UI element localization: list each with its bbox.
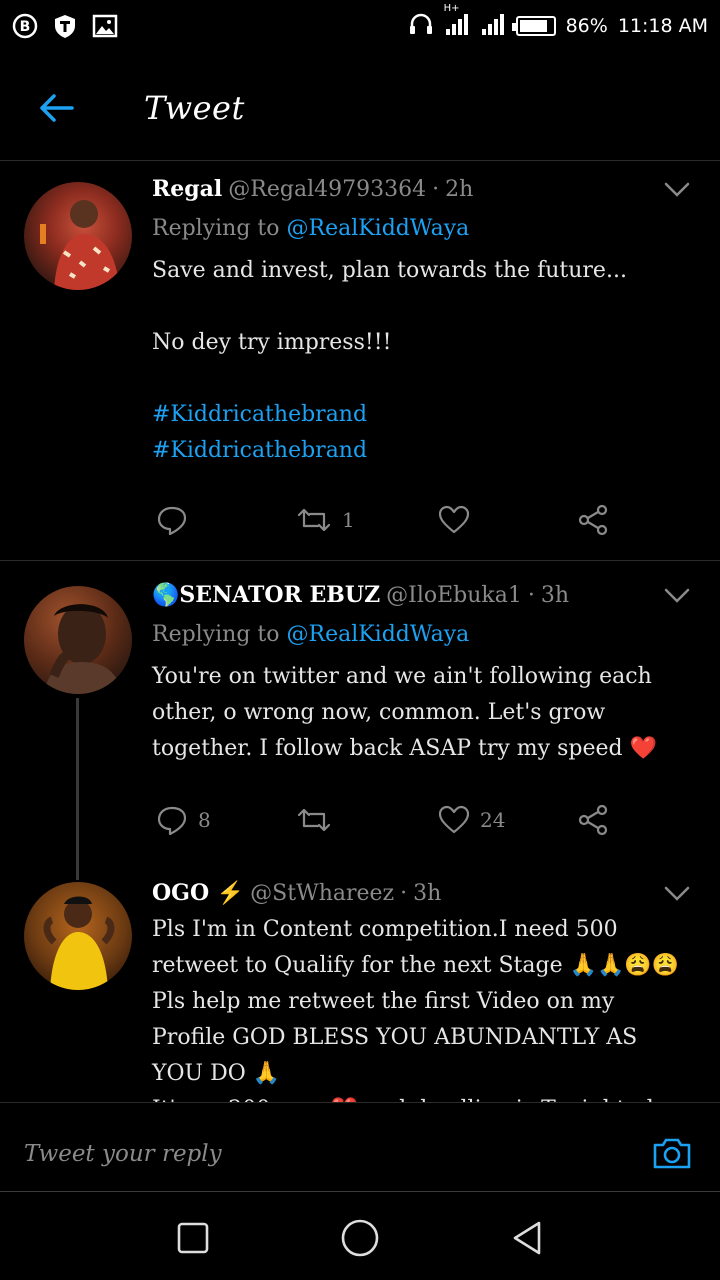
reply-button[interactable] (156, 504, 198, 536)
tweet[interactable]: 🌎SENATOR EBUZ @IloEbuka1 · 3h Replying t… (0, 562, 720, 862)
separator: · (527, 583, 535, 608)
like-button[interactable] (438, 504, 480, 536)
b-circle-icon: B (12, 13, 38, 39)
circle-icon (341, 1219, 379, 1256)
camera-icon (653, 1138, 691, 1169)
back-nav-button[interactable] (505, 1216, 549, 1260)
page-title: Tweet (144, 89, 245, 127)
signal-icon (480, 11, 506, 42)
reply-icon (157, 506, 187, 536)
timestamp: 2h (445, 177, 474, 202)
share-icon (578, 504, 608, 536)
retweet-count: 1 (342, 508, 355, 532)
display-name[interactable]: OGO ⚡ (152, 880, 244, 906)
home-button[interactable] (338, 1216, 382, 1260)
hashtag-link[interactable]: #Kiddricathebrand (152, 433, 692, 469)
avatar[interactable] (24, 182, 132, 290)
tweet-paragraph: It's on 200 now 💔 and deadline is Tonigh… (152, 1092, 692, 1102)
reply-bar: Tweet your reply (0, 1102, 720, 1192)
replying-prefix: Replying to (152, 622, 280, 647)
tweet[interactable]: Regal @Regal49793364 · 2h Replying to @R… (0, 162, 720, 560)
globe-emoji: 🌎 (152, 582, 180, 608)
like-count: 24 (480, 808, 506, 832)
signal-icon: H+ (444, 3, 470, 42)
arrow-left-icon (40, 94, 74, 122)
tweet-text: Pls I'm in Content competition.I need 50… (152, 912, 692, 1102)
share-icon (578, 804, 608, 836)
timestamp: 3h (540, 583, 570, 608)
share-button[interactable] (578, 504, 610, 536)
user-handle[interactable]: @StWhareez (250, 881, 394, 906)
display-name[interactable]: Regal (152, 176, 222, 202)
navigation-bar (0, 1195, 720, 1280)
divider (0, 560, 720, 561)
heart-icon (438, 505, 470, 534)
display-name[interactable]: 🌎SENATOR EBUZ (152, 582, 380, 608)
recents-button[interactable] (171, 1216, 215, 1260)
mention-link[interactable]: @RealKiddWaya (287, 216, 470, 241)
replying-to: Replying to @RealKiddWaya (152, 622, 692, 647)
battery-percent: 86% (565, 15, 608, 37)
reply-input[interactable]: Tweet your reply (24, 1141, 222, 1167)
user-handle[interactable]: @IloEbuka1 (386, 583, 522, 608)
tweet-line: Save and invest, plan towards the future… (152, 258, 627, 283)
reply-icon (157, 806, 187, 836)
mention-link[interactable]: @RealKiddWaya (287, 622, 470, 647)
svg-text:B: B (20, 19, 31, 35)
separator: · (432, 177, 440, 202)
image-icon (92, 13, 118, 39)
triangle-back-icon (513, 1221, 540, 1254)
retweet-icon (297, 508, 331, 532)
avatar[interactable] (24, 586, 132, 694)
tweet-paragraph: Pls I'm in Content competition.I need 50… (152, 917, 680, 1086)
retweet-button[interactable] (296, 804, 342, 836)
tweet-text: You're on twitter and we ain't following… (152, 664, 657, 761)
header: Tweet (0, 56, 720, 161)
tweet[interactable]: OGO ⚡ @StWhareez · 3h Pls I'm in Content… (0, 862, 720, 1102)
reply-count: 8 (198, 808, 211, 832)
chevron-down-icon[interactable] (662, 178, 692, 202)
clock: 11:18 AM (617, 15, 708, 37)
headset-icon (408, 11, 434, 42)
status-bar: B H+ 86% 11:18 AM (0, 0, 720, 52)
square-icon (178, 1222, 209, 1253)
reply-button[interactable]: 8 (156, 804, 211, 836)
tweet-text: Save and invest, plan towards the future… (152, 253, 692, 469)
replying-prefix: Replying to (152, 216, 280, 241)
camera-button[interactable] (652, 1133, 692, 1173)
timestamp: 3h (413, 881, 442, 906)
shield-t-icon (52, 13, 78, 39)
avatar[interactable] (24, 882, 132, 990)
back-button[interactable] (16, 68, 96, 148)
retweet-icon (297, 808, 331, 832)
replying-to: Replying to @RealKiddWaya (152, 216, 692, 241)
tweet-actions: 8 24 (152, 800, 622, 840)
display-name-text: SENATOR EBUZ (179, 582, 381, 608)
battery-icon (511, 16, 556, 36)
network-type-label: H+ (443, 2, 460, 14)
tweet-actions: 1 (152, 500, 622, 540)
separator: · (400, 881, 408, 906)
heart-icon (438, 805, 470, 834)
share-button[interactable] (578, 804, 610, 836)
chevron-down-icon[interactable] (662, 882, 692, 906)
retweet-button[interactable]: 1 (296, 504, 355, 536)
tweet-line: No dey try impress!!! (152, 330, 392, 355)
user-handle[interactable]: @Regal49793364 (228, 177, 426, 202)
like-button[interactable]: 24 (438, 804, 505, 836)
chevron-down-icon[interactable] (662, 584, 692, 608)
hashtag-link[interactable]: #Kiddricathebrand (152, 397, 692, 433)
